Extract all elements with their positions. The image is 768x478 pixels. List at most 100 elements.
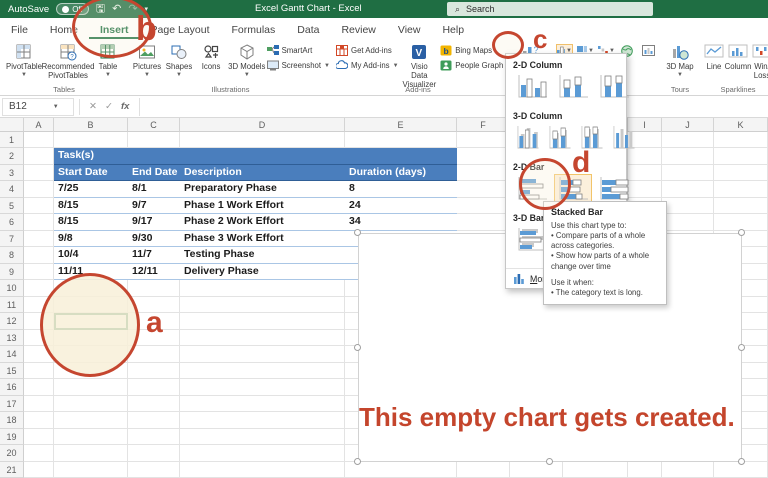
row-header-5[interactable]: 5 [0,198,24,214]
tab-file[interactable]: File [0,20,39,39]
table-cell[interactable]: Delivery Phase [180,264,345,280]
table-cell[interactable]: Testing Phase [180,247,345,263]
tab-view[interactable]: View [387,20,432,39]
insert-function-icon[interactable]: fx [121,101,129,112]
table-header-cell[interactable]: Duration (days) [345,165,457,181]
table-title-cell[interactable]: Task(s) [54,148,457,164]
chart-thumb-col-stacked[interactable] [554,72,592,107]
col-header-J[interactable]: J [662,118,714,132]
col-header-E[interactable]: E [345,118,457,132]
pivotchart-button[interactable] [640,44,657,57]
row-header-13[interactable]: 13 [0,330,24,346]
undo-icon[interactable]: ↶ [112,4,121,15]
table-cell[interactable]: 24 [345,198,457,214]
tab-help[interactable]: Help [431,20,475,39]
table-cell[interactable]: 9/7 [128,198,180,214]
table-cell[interactable]: 8/15 [54,214,128,230]
table-cell[interactable]: 10/4 [54,247,128,263]
row-header-17[interactable]: 17 [0,396,24,412]
row-header-3[interactable]: 3 [0,165,24,181]
search-box[interactable]: ⌕ Search [447,2,653,16]
recommended-pivottables-button[interactable]: ? Recommended PivotTables [45,41,91,81]
table-cell[interactable]: 9/30 [128,231,180,247]
row-header-14[interactable]: 14 [0,346,24,362]
row-header-20[interactable]: 20 [0,445,24,461]
row-header-8[interactable]: 8 [0,247,24,263]
row-header-18[interactable]: 18 [0,412,24,428]
row-header-10[interactable]: 10 [0,280,24,296]
selection-handle[interactable] [738,229,745,236]
tab-review[interactable]: Review [330,20,386,39]
row-header-11[interactable]: 11 [0,297,24,313]
selection-handle[interactable] [354,458,361,465]
screenshot-button[interactable]: Screenshot▼ [267,59,330,72]
table-cell[interactable]: 9/8 [54,231,128,247]
selection-handle[interactable] [354,229,361,236]
chart-thumb-col3d-100[interactable] [577,123,606,158]
chart-thumb-col3d-clustered[interactable] [513,123,542,158]
chart-thumb-col-100[interactable] [595,72,633,107]
smartart-button[interactable]: SmartArt [267,44,330,57]
table-cell[interactable]: 8/15 [54,198,128,214]
table-cell[interactable]: 11/7 [128,247,180,263]
3d-models-button[interactable]: 3D Models▼ [227,41,267,78]
selection-handle[interactable] [546,458,553,465]
table-cell[interactable]: 7/25 [54,181,128,197]
table-cell[interactable]: Phase 2 Work Effort [180,214,345,230]
sparkline-line-button[interactable]: Line [703,41,725,72]
pivottable-button[interactable]: PivotTable▼ [3,41,45,78]
formula-input[interactable] [139,98,768,116]
row-header-1[interactable]: 1 [0,132,24,148]
col-header-D[interactable]: D [180,118,345,132]
tab-home[interactable]: Home [39,20,89,39]
table-cell[interactable]: Phase 1 Work Effort [180,198,345,214]
row-header-19[interactable]: 19 [0,429,24,445]
col-header-F[interactable]: F [457,118,510,132]
sparkline-winloss-button[interactable]: Win/ Loss [751,41,768,81]
table-header-cell[interactable]: Description [180,165,345,181]
col-header-B[interactable]: B [54,118,128,132]
table-cell[interactable]: 12/11 [128,264,180,280]
table-button[interactable]: Table▼ [91,41,125,78]
icons-button[interactable]: Icons [195,41,227,72]
row-header-15[interactable]: 15 [0,363,24,379]
save-icon[interactable]: 🖫 [96,4,105,15]
col-header-C[interactable]: C [128,118,180,132]
selection-handle[interactable] [738,458,745,465]
table-header-cell[interactable]: Start Date [54,165,128,181]
table-cell[interactable]: 34 [345,214,457,230]
selection-handle[interactable] [738,344,745,351]
customize-toolbar-icon[interactable]: ▾ [145,6,149,13]
tab-formulas[interactable]: Formulas [221,20,287,39]
tab-page-layout[interactable]: Page Layout [140,20,221,39]
chart-thumb-col3d-cyl[interactable] [609,123,638,158]
row-header-12[interactable]: 12 [0,313,24,329]
autosave-toggle[interactable]: Off [56,3,89,15]
table-cell[interactable]: 9/17 [128,214,180,230]
row-header-7[interactable]: 7 [0,231,24,247]
table-cell[interactable]: Preparatory Phase [180,181,345,197]
sparkline-column-button[interactable]: Column [725,41,751,72]
3d-map-button[interactable]: 3D Map▼ [663,41,697,78]
name-box[interactable]: B12 ▼ [2,98,74,116]
tab-insert[interactable]: Insert [89,20,140,39]
table-cell[interactable]: 11/11 [54,264,128,280]
enter-icon[interactable]: ✓ [105,101,113,112]
selected-cell-B12[interactable] [54,313,128,329]
table-cell[interactable]: Phase 3 Work Effort [180,231,345,247]
row-header-21[interactable]: 21 [0,462,24,478]
visio-data-visualizer-button[interactable]: V Visio Data Visualizer [403,41,437,90]
people-graph-button[interactable]: People Graph [440,59,503,72]
table-header-cell[interactable]: End Date [128,165,180,181]
row-header-6[interactable]: 6 [0,214,24,230]
cancel-icon[interactable]: ✕ [89,101,97,112]
col-header-K[interactable]: K [714,118,768,132]
chart-thumb-col-clustered[interactable] [513,72,551,107]
row-header-4[interactable]: 4 [0,181,24,197]
my-addins-button[interactable]: My Add-ins▼ [336,59,399,72]
table-cell[interactable]: 8/1 [128,181,180,197]
col-header-A[interactable]: A [24,118,54,132]
select-all-corner[interactable] [0,118,24,132]
shapes-button[interactable]: Shapes▼ [163,41,195,78]
row-header-2[interactable]: 2 [0,148,24,164]
